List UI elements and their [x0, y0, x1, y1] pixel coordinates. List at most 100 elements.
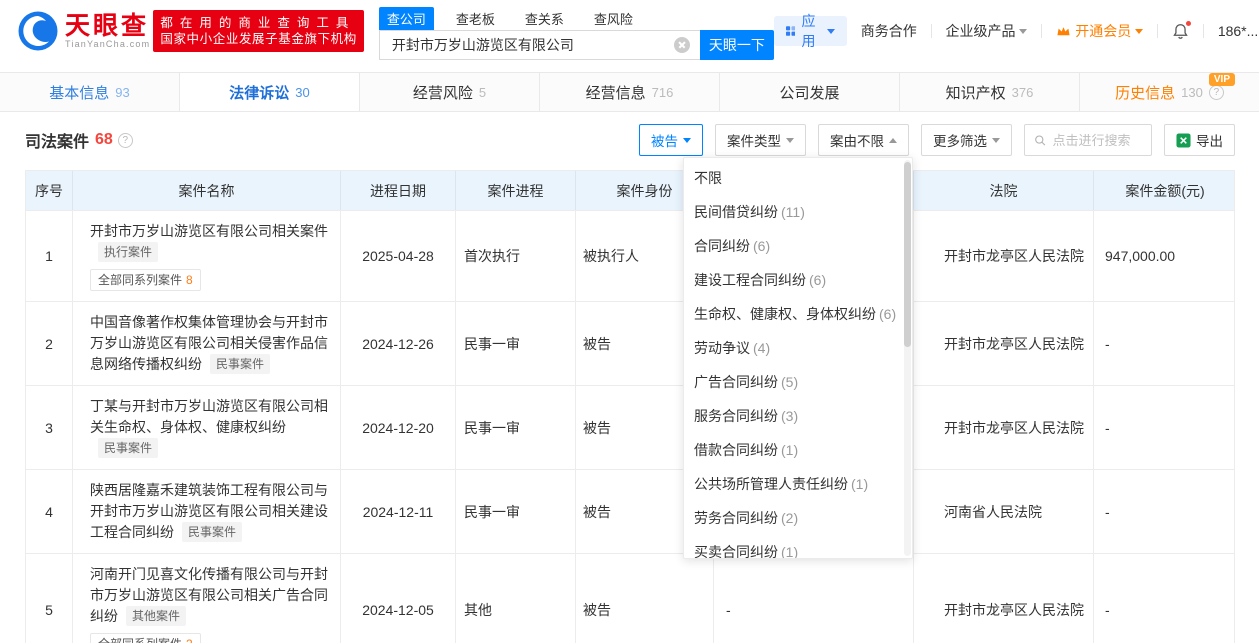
dropdown-option[interactable]: 不限: [684, 161, 912, 195]
cell-court: 开封市龙亭区人民法院: [914, 302, 1094, 385]
dropdown-option[interactable]: 合同纠纷 (6): [684, 229, 912, 263]
filter-cause-button[interactable]: 案由不限: [818, 124, 909, 156]
cases-count: 68: [95, 131, 113, 148]
cell-case-progress: 其他: [456, 554, 576, 643]
apps-menu[interactable]: 应用: [773, 13, 847, 49]
tianyancha-logo-icon: [18, 11, 58, 51]
case-name-link[interactable]: 开封市万岁山游览区有限公司相关案件: [90, 223, 328, 239]
dropdown-option[interactable]: 劳动争议 (4): [684, 331, 912, 365]
filter-cause-label: 案由不限: [830, 134, 884, 149]
column-header: 序号: [26, 171, 73, 210]
apps-label: 应用: [801, 13, 816, 49]
dropdown-option[interactable]: 借款合同纠纷 (1): [684, 433, 912, 467]
dropdown-option-count: (6): [879, 306, 897, 322]
top-header: 天眼查 TianYanCha.com 都在用的商业查询工具 国家中小企业发展子基…: [0, 0, 1259, 62]
filter-role-button[interactable]: 被告: [639, 124, 703, 156]
user-phone: 186*...: [1217, 23, 1259, 39]
dropdown-option[interactable]: 广告合同纠纷 (5): [684, 365, 912, 399]
dropdown-option[interactable]: 劳务合同纠纷 (2): [684, 501, 912, 535]
dropdown-scrollbar-thumb[interactable]: [904, 162, 911, 347]
cell-case-name: 陕西居隆嘉禾建筑装饰工程有限公司与开封市万岁山游览区有限公司相关建设工程合同纠纷…: [73, 470, 341, 553]
search-area: 查公司 查老板 查关系 查风险 天眼一下: [378, 2, 774, 60]
section-tab[interactable]: 基本信息 93: [0, 73, 180, 111]
column-header: 案件名称: [73, 171, 341, 210]
section-title: 司法案件 68 ?: [25, 128, 133, 152]
section-tab[interactable]: 法律诉讼 30: [180, 73, 360, 111]
filter-case-type-button[interactable]: 案件类型: [715, 124, 806, 156]
section-tab[interactable]: 经营风险 5: [360, 73, 540, 111]
table-row: 1 开封市万岁山游览区有限公司相关案件执行案件 全部同系列案件 8 2025-04…: [26, 210, 1234, 301]
case-name-link[interactable]: 丁某与开封市万岁山游览区有限公司相关生命权、身体权、健康权纠纷: [90, 398, 328, 435]
section-tab[interactable]: 知识产权 376: [900, 73, 1080, 111]
notification-dot: [1185, 19, 1193, 27]
dropdown-option[interactable]: 服务合同纠纷 (3): [684, 399, 912, 433]
dropdown-option-label: 广告合同纠纷: [694, 374, 778, 390]
filter-more-label: 更多筛选: [933, 134, 987, 149]
chevron-down-icon: [826, 28, 835, 38]
dropdown-option[interactable]: 生命权、健康权、身体权纠纷 (6): [684, 297, 912, 331]
column-header: 案件进程: [456, 171, 576, 210]
nav-vip-upgrade[interactable]: 开通会员: [1056, 21, 1144, 41]
case-name-link[interactable]: 中国音像著作权集体管理协会与开封市万岁山游览区有限公司相关侵害作品信息网络传播权…: [90, 314, 328, 372]
company-search-input[interactable]: [378, 30, 700, 60]
dropdown-scrollbar-track[interactable]: [904, 160, 911, 556]
page: 天眼查 TianYanCha.com 都在用的商业查询工具 国家中小企业发展子基…: [0, 0, 1259, 643]
table-row: 4 陕西居隆嘉禾建筑装饰工程有限公司与开封市万岁山游览区有限公司相关建设工程合同…: [26, 469, 1234, 553]
case-type-tag: 民事案件: [210, 354, 271, 374]
table-row: 2 中国音像著作权集体管理协会与开封市万岁山游览区有限公司相关侵害作品信息网络传…: [26, 301, 1234, 385]
cell-case-cause: -: [714, 554, 914, 643]
series-cases-tag[interactable]: 全部同系列案件 8: [90, 269, 201, 291]
search-row: 天眼一下: [378, 30, 774, 60]
user-account[interactable]: 186*...: [1218, 23, 1259, 39]
tianyancha-logo[interactable]: 天眼查 TianYanCha.com: [18, 11, 150, 51]
dropdown-option-count: (5): [781, 374, 799, 390]
dropdown-option-label: 公共场所管理人责任纠纷: [694, 476, 848, 492]
search-tab[interactable]: 查老板: [448, 7, 503, 30]
cell-seq: 3: [26, 386, 73, 469]
dropdown-option[interactable]: 公共场所管理人责任纠纷 (1): [684, 467, 912, 501]
dropdown-option-label: 劳务合同纠纷: [694, 510, 778, 526]
cell-amount: 947,000.00: [1105, 248, 1176, 264]
dropdown-list: 不限 民间借贷纠纷 (11) 合同纠纷 (6) 建设工程合同纠纷 (6) 生命权、健康…: [684, 161, 912, 559]
company-search-box: [378, 30, 700, 60]
search-tab[interactable]: 查关系: [517, 7, 572, 30]
column-header: 案件金额(元): [1125, 182, 1205, 199]
series-label: 全部同系列案件: [98, 637, 182, 643]
cell-court: 开封市龙亭区人民法院: [914, 211, 1094, 301]
slogan-line1: 都在用的商业查询工具: [160, 16, 356, 30]
tab-count: 93: [115, 84, 130, 100]
cell-court: 开封市龙亭区人民法院: [914, 386, 1094, 469]
nav-business-cooperation[interactable]: 商务合作: [861, 21, 917, 41]
cell-progress-date: 2024-12-20: [341, 386, 456, 469]
cell-progress-date: 2024-12-26: [341, 302, 456, 385]
search-tab[interactable]: 查公司: [378, 7, 434, 30]
dropdown-option-label: 买卖合同纠纷: [694, 544, 778, 559]
notifications-bell[interactable]: [1172, 19, 1193, 40]
series-label: 全部同系列案件: [98, 273, 183, 287]
tab-count: 5: [478, 84, 487, 100]
tab-label: 知识产权: [945, 84, 1006, 102]
table-search-input[interactable]: [1052, 132, 1142, 148]
search-tab[interactable]: 查风险: [586, 7, 641, 30]
series-count: 8: [186, 273, 193, 287]
series-cases-tag[interactable]: 全部同系列案件 2: [90, 633, 201, 643]
tab-label: 基本信息: [49, 84, 110, 102]
slogan-badge: 都在用的商业查询工具 国家中小企业发展子基金旗下机构: [153, 10, 364, 52]
clear-input-icon[interactable]: [673, 37, 690, 53]
dropdown-option[interactable]: 建设工程合同纠纷 (6): [684, 263, 912, 297]
case-type-tag: 民事案件: [98, 438, 159, 458]
crown-icon: [1057, 27, 1070, 36]
cell-progress-date: 2025-04-28: [341, 211, 456, 301]
section-tab[interactable]: 经营信息 716: [540, 73, 720, 111]
vip-badge: VIP: [1208, 73, 1235, 86]
section-tab[interactable]: 历史信息 130 VIP ?: [1080, 73, 1259, 111]
nav-enterprise-products[interactable]: 企业级产品: [945, 21, 1028, 41]
export-button[interactable]: 导出: [1164, 124, 1235, 156]
case-type-tag: 其他案件: [126, 606, 187, 626]
section-tab[interactable]: 公司发展: [720, 73, 900, 111]
dropdown-option[interactable]: 买卖合同纠纷 (1): [684, 535, 912, 559]
divider: [1157, 24, 1159, 38]
dropdown-option[interactable]: 民间借贷纠纷 (11): [684, 195, 912, 229]
filter-more-button[interactable]: 更多筛选: [921, 124, 1012, 156]
search-button[interactable]: 天眼一下: [699, 30, 774, 60]
